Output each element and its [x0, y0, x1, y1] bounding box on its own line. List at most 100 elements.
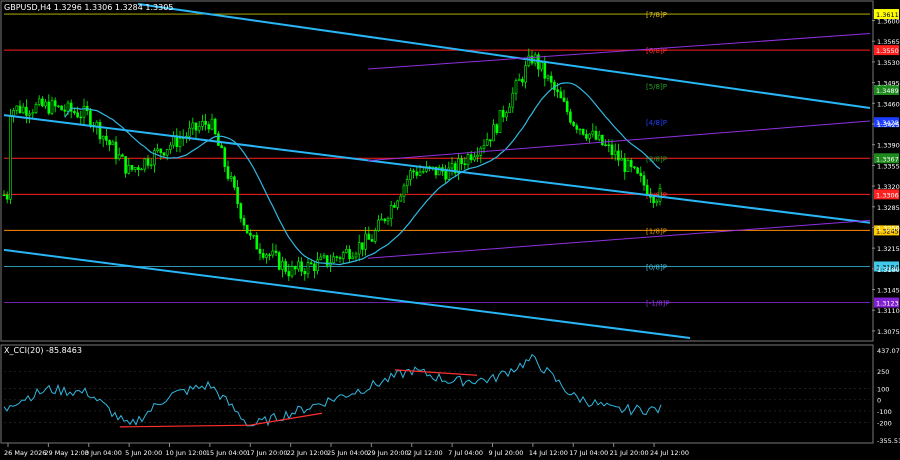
candle-body [255, 235, 259, 250]
candle-body [239, 203, 243, 219]
candle-body [338, 257, 342, 259]
candle-body [290, 266, 294, 277]
candle-body [418, 171, 422, 176]
murrey-level-label: [4/8]P [646, 119, 667, 127]
candle-body [556, 89, 559, 93]
candle-body [597, 134, 601, 140]
price-axis-label: 1.3320 [877, 183, 900, 191]
time-axis-label: 29 May 12:00 [44, 449, 89, 457]
candle-body [159, 148, 163, 154]
candle-body [98, 122, 102, 140]
cci-axis-label: 100 [877, 385, 889, 393]
candle-body [645, 184, 649, 195]
candle-body [620, 158, 623, 161]
candle-body [588, 133, 591, 139]
time-axis-label: 2 Jul 12:00 [408, 449, 443, 457]
candle-body [505, 112, 508, 118]
candle-body [226, 166, 230, 179]
candle-body [633, 166, 636, 169]
candle-body [274, 250, 278, 253]
candle-body [412, 170, 415, 173]
candle-body [44, 101, 47, 107]
candle-body [348, 249, 351, 260]
indicator-title: X_CCI(20) -85.8463 [4, 346, 82, 355]
candle-body [143, 158, 147, 170]
candle-body [265, 254, 268, 258]
candle-body [111, 141, 115, 145]
price-axis-label: 1.3425 [877, 121, 900, 129]
candle-body [79, 116, 83, 119]
murrey-level-label: [7/8]P [646, 11, 667, 19]
trading-chart[interactable]: [7/8]P[6/8]P[5/8]P[4/8]P[3/8]P[2/8]P[1/8… [0, 0, 900, 460]
candle-body [284, 261, 287, 272]
time-axis-label: 3 Jun 04:00 [85, 449, 122, 457]
cci-axis-label: 250 [877, 368, 889, 376]
candle-body [562, 97, 566, 102]
candle-body [204, 120, 207, 125]
candle-body [521, 79, 524, 83]
candle-body [629, 159, 633, 168]
candle-body [572, 121, 575, 126]
candle-body [396, 200, 399, 208]
candle-body [482, 144, 486, 149]
candle-body [373, 230, 377, 242]
candle-body [37, 98, 41, 105]
candle-body [277, 252, 281, 270]
candle-body [12, 109, 15, 117]
candle-body [460, 158, 463, 164]
candle-body [114, 141, 118, 160]
candle-body [9, 115, 12, 200]
candle-body [53, 100, 57, 107]
candle-body [658, 188, 662, 202]
candle-body [469, 154, 473, 161]
candle-body [613, 150, 617, 155]
candle-body [610, 144, 614, 155]
price-axis-label: 1.3495 [877, 80, 900, 88]
candle-body [21, 106, 25, 114]
candle-body [5, 194, 9, 200]
candle-body [575, 125, 579, 130]
candle-body [341, 252, 345, 259]
candle-body [623, 158, 627, 173]
candle-body [322, 255, 326, 258]
candle-body [364, 233, 367, 250]
candle-body [626, 159, 630, 173]
price-axis-label: 1.3285 [877, 204, 900, 212]
candle-body [66, 102, 70, 112]
candle-body [405, 179, 409, 187]
candle-body [559, 91, 563, 99]
candle-body [569, 111, 572, 123]
candle-body [233, 176, 236, 188]
time-axis-label: 24 Jul 12:00 [650, 449, 689, 457]
candle-body [578, 128, 582, 131]
price-tag-label: 1.3306 [876, 191, 899, 199]
candle-body [258, 248, 262, 254]
price-axis-label: 1.3355 [877, 162, 900, 170]
candle-body [47, 101, 51, 114]
candle-body [508, 106, 511, 114]
candle-body [121, 154, 124, 157]
candle-body [617, 150, 620, 161]
time-axis-label: 9 Jul 20:00 [489, 449, 524, 457]
candle-body [466, 154, 470, 165]
candle-body [652, 197, 655, 204]
price-tag-label: 1.3489 [876, 87, 899, 95]
candle-body [370, 239, 374, 242]
candle-body [399, 195, 403, 202]
candle-body [146, 158, 150, 166]
candle-body [2, 194, 6, 197]
murrey-level-label: [3/8]P [646, 155, 667, 163]
candle-body [495, 124, 499, 133]
candle-body [108, 140, 111, 145]
candle-body [415, 171, 419, 176]
candle-body [210, 118, 214, 130]
candle-body [18, 105, 22, 114]
candle-body [655, 200, 659, 204]
candle-body [236, 187, 239, 204]
candle-body [287, 271, 291, 277]
candle-body [345, 249, 348, 253]
candle-body [402, 185, 406, 197]
candle-body [268, 254, 271, 256]
murrey-level-label: [5/8]P [646, 83, 667, 91]
candle-body [245, 224, 249, 234]
